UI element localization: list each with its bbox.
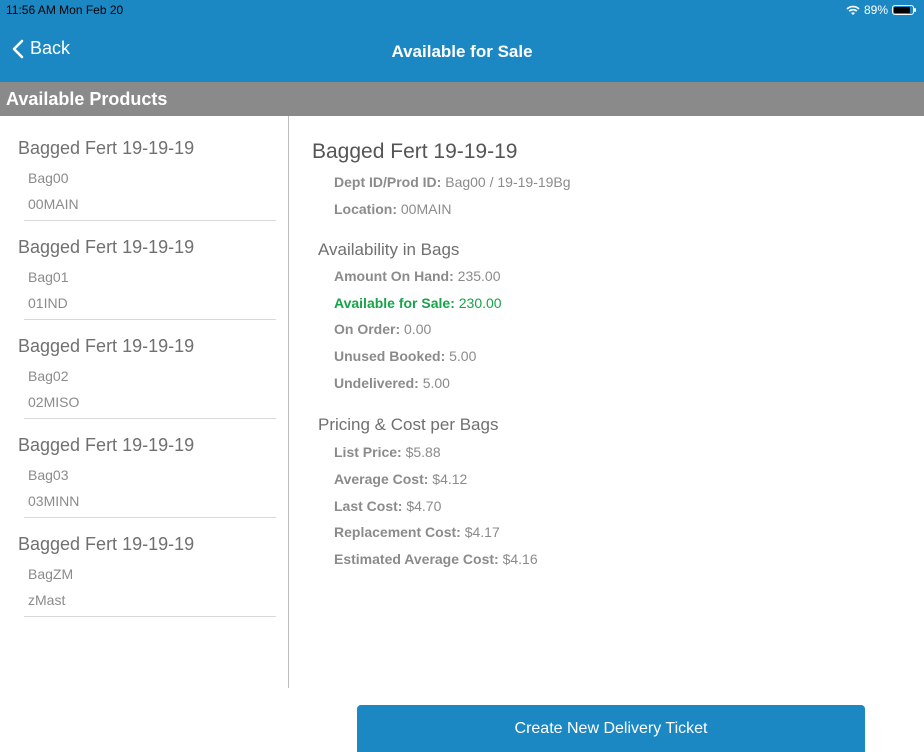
- product-title: Bagged Fert 19-19-19: [18, 435, 195, 455]
- product-title: Bagged Fert 19-19-19: [18, 138, 195, 158]
- undelivered-value: 5.00: [422, 375, 450, 391]
- available-for-sale-value: 230.00: [458, 295, 502, 311]
- product-detail: Bagged Fert 19-19-19 Dept ID/Prod ID: Ba…: [288, 116, 924, 688]
- product-title: Bagged Fert 19-19-19: [18, 336, 195, 356]
- undelivered-label: Undelivered:: [334, 375, 419, 391]
- status-time: 11:56 AM Mon Feb 20: [6, 3, 124, 17]
- product-title: Bagged Fert 19-19-19: [18, 534, 195, 554]
- product-list-item[interactable]: Bagged Fert 19-19-19 Bag01 01IND: [18, 221, 276, 320]
- battery-icon: [892, 5, 916, 15]
- location-value: 00MAIN: [400, 201, 452, 217]
- product-list-item[interactable]: Bagged Fert 19-19-19 Bag00 00MAIN: [18, 122, 276, 221]
- product-dept: BagZM: [28, 566, 74, 582]
- average-cost-row: Average Cost: $4.12: [334, 471, 467, 487]
- pricing-header: Pricing & Cost per Bags: [318, 415, 499, 434]
- unused-booked-label: Unused Booked:: [334, 348, 446, 364]
- available-for-sale-label: Available for Sale:: [334, 295, 455, 311]
- product-dept: Bag03: [28, 467, 69, 483]
- replacement-cost-row: Replacement Cost: $4.17: [334, 524, 500, 540]
- dept-prod-label: Dept ID/Prod ID:: [334, 174, 442, 190]
- product-location: 00MAIN: [28, 196, 79, 212]
- replacement-cost-label: Replacement Cost:: [334, 524, 461, 540]
- product-list-item[interactable]: Bagged Fert 19-19-19 BagZM zMast: [18, 518, 276, 617]
- unused-booked-row: Unused Booked: 5.00: [334, 348, 476, 364]
- amount-on-hand-row: Amount On Hand: 235.00: [334, 268, 500, 284]
- product-location: zMast: [28, 592, 66, 608]
- product-dept: Bag01: [28, 269, 69, 285]
- status-indicators: 89%: [846, 3, 916, 17]
- availability-header: Availability in Bags: [318, 240, 460, 259]
- battery-percent: 89%: [863, 3, 888, 17]
- average-cost-value: $4.12: [432, 471, 468, 487]
- list-price-label: List Price:: [334, 444, 402, 460]
- list-price-row: List Price: $5.88: [334, 444, 441, 460]
- on-order-row: On Order: 0.00: [334, 321, 431, 337]
- average-cost-label: Average Cost:: [334, 471, 429, 487]
- product-list-item[interactable]: Bagged Fert 19-19-19 Bag03 03MINN: [18, 419, 276, 518]
- product-location: 03MINN: [28, 493, 80, 509]
- available-for-sale-row: Available for Sale: 230.00: [334, 295, 502, 311]
- product-title: Bagged Fert 19-19-19: [18, 237, 195, 257]
- unused-booked-value: 5.00: [449, 348, 477, 364]
- product-location: 02MISO: [28, 394, 80, 410]
- estimated-average-cost-label: Estimated Average Cost:: [334, 551, 499, 567]
- on-order-label: On Order:: [334, 321, 401, 337]
- status-bar: 11:56 AM Mon Feb 20 89%: [0, 0, 924, 20]
- estimated-average-cost-row: Estimated Average Cost: $4.16: [334, 551, 538, 567]
- wifi-icon: [846, 5, 860, 15]
- product-dept: Bag00: [28, 170, 69, 186]
- location-row: Location: 00MAIN: [334, 201, 451, 217]
- product-location: 01IND: [28, 295, 68, 311]
- location-label: Location:: [334, 201, 397, 217]
- last-cost-label: Last Cost:: [334, 498, 403, 514]
- dept-prod-row: Dept ID/Prod ID: Bag00 / 19-19-19Bg: [334, 174, 571, 190]
- estimated-average-cost-value: $4.16: [502, 551, 538, 567]
- product-dept: Bag02: [28, 368, 69, 384]
- product-list: Bagged Fert 19-19-19 Bag00 00MAIN Bagged…: [0, 116, 289, 688]
- navigation-bar: Back Available for Sale: [0, 20, 924, 82]
- dept-prod-value: Bag00 / 19-19-19Bg: [445, 174, 571, 190]
- amount-on-hand-label: Amount On Hand:: [334, 268, 454, 284]
- detail-title: Bagged Fert 19-19-19: [312, 140, 518, 163]
- create-delivery-ticket-button[interactable]: Create New Delivery Ticket: [357, 705, 865, 752]
- replacement-cost-value: $4.17: [464, 524, 500, 540]
- section-header-available-products: Available Products: [0, 82, 924, 116]
- on-order-value: 0.00: [404, 321, 432, 337]
- list-price-value: $5.88: [405, 444, 441, 460]
- undelivered-row: Undelivered: 5.00: [334, 375, 450, 391]
- amount-on-hand-value: 235.00: [457, 268, 501, 284]
- last-cost-value: $4.70: [406, 498, 442, 514]
- page-title: Available for Sale: [391, 42, 533, 61]
- product-list-item[interactable]: Bagged Fert 19-19-19 Bag02 02MISO: [18, 320, 276, 419]
- last-cost-row: Last Cost: $4.70: [334, 498, 441, 514]
